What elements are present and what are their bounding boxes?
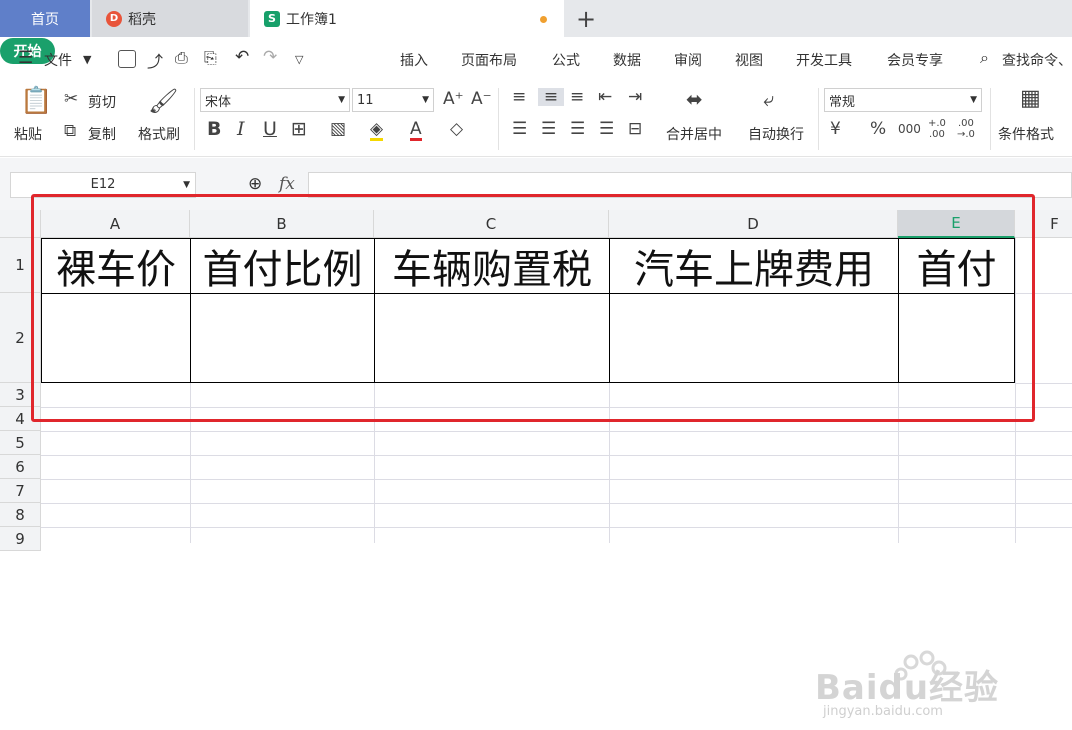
bold-icon[interactable]: B [207, 120, 221, 139]
watermark-url: jingyan.baidu.com [823, 704, 943, 719]
conditional-format-button[interactable]: 条件格式 [998, 124, 1054, 144]
share-icon[interactable]: ⤴ [147, 48, 163, 72]
italic-icon[interactable]: I [237, 120, 245, 139]
chevron-down-icon: ▼ [338, 95, 345, 105]
divider [194, 88, 195, 150]
menu-member[interactable]: 会员专享 [887, 50, 943, 70]
menu-bar: ☰ 文件 ▼ ⤴ ⎙ ⎘ ↶ ↷ ▽ 开始 插入 页面布局 公式 数据 审阅 视… [0, 38, 1072, 82]
merge-center-button[interactable]: 合并居中 [666, 124, 722, 144]
align-bottom-icon[interactable]: ≡ [570, 88, 584, 106]
thousands-icon[interactable]: 000 [898, 120, 921, 138]
cut-button[interactable]: 剪切 [88, 92, 116, 112]
copy-icon[interactable]: ⧉ [64, 122, 76, 140]
increase-decimal-icon[interactable]: +.0.00 [928, 118, 946, 140]
menu-developer[interactable]: 开发工具 [796, 50, 852, 70]
sheet-logo-icon: S [264, 10, 280, 27]
copy-button[interactable]: 复制 [88, 124, 116, 144]
increase-font-icon[interactable]: A⁺ [443, 90, 464, 108]
row-header-7[interactable]: 7 [0, 479, 41, 503]
tab-home[interactable]: 首页 [0, 0, 90, 37]
align-right-icon[interactable]: ☰ [570, 120, 585, 138]
search-icon[interactable]: ⌕ [980, 48, 989, 68]
conditional-format-icon[interactable]: ▦ [1020, 88, 1041, 110]
tab-workbook-label: 工作簿1 [286, 11, 337, 28]
divider [990, 88, 991, 150]
distributed-icon[interactable]: ⊟ [628, 120, 642, 138]
tab-bar: 首页 D 稻壳 S 工作簿1 + [0, 0, 1072, 37]
menu-formula[interactable]: 公式 [552, 50, 580, 70]
align-left-icon[interactable]: ☰ [512, 120, 527, 138]
divider [498, 88, 499, 150]
menu-review[interactable]: 审阅 [674, 50, 702, 70]
font-size-select[interactable]: 11 ▼ [352, 88, 434, 112]
undo-icon[interactable]: ↶ [235, 47, 249, 67]
tab-daoke[interactable]: D 稻壳 [92, 0, 248, 37]
align-middle-icon[interactable]: ≡ [538, 88, 564, 106]
tab-home-label: 首页 [31, 11, 59, 28]
paste-icon[interactable]: 📋 [20, 86, 52, 116]
currency-icon[interactable]: ¥ [830, 120, 841, 138]
paste-button[interactable]: 粘贴 [14, 124, 42, 144]
font-name-select[interactable]: 宋体 ▼ [200, 88, 350, 112]
decrease-font-icon[interactable]: A⁻ [471, 90, 492, 108]
cell-style-icon[interactable]: ▧ [330, 120, 346, 138]
more-dropdown-icon[interactable]: ▽ [295, 53, 303, 66]
print-icon[interactable]: ⎙ [175, 48, 188, 68]
watermark-brand: Baidu经验 [815, 668, 1000, 708]
eraser-icon[interactable]: ◇ [450, 120, 463, 138]
justify-icon[interactable]: ☰ [599, 120, 614, 138]
row-header-8[interactable]: 8 [0, 503, 41, 527]
redo-icon[interactable]: ↷ [263, 47, 277, 67]
save-icon[interactable] [118, 50, 136, 68]
font-color-icon[interactable]: A [410, 120, 422, 141]
scissors-icon[interactable]: ✂ [64, 90, 78, 108]
chevron-down-icon: ▼ [422, 95, 429, 105]
merge-center-icon[interactable]: ⬌ [686, 89, 703, 109]
hamburger-icon[interactable]: ☰ [18, 48, 33, 68]
menu-page-layout[interactable]: 页面布局 [461, 50, 517, 70]
row-header-5[interactable]: 5 [0, 431, 41, 455]
align-top-icon[interactable]: ≡ [512, 88, 526, 106]
zoom-icon[interactable]: ⊕ [248, 174, 262, 194]
new-tab-button[interactable]: + [572, 0, 600, 37]
name-box-value: E12 [90, 177, 116, 192]
highlight-box [31, 194, 1035, 422]
divider [818, 88, 819, 150]
percent-icon[interactable]: % [870, 120, 886, 138]
menu-insert[interactable]: 插入 [400, 50, 428, 70]
align-center-icon[interactable]: ☰ [541, 120, 556, 138]
format-painter-button[interactable]: 格式刷 [138, 124, 180, 144]
tab-workbook[interactable]: S 工作簿1 [250, 0, 564, 37]
menu-view[interactable]: 视图 [735, 50, 763, 70]
print-preview-icon[interactable]: ⎘ [204, 48, 217, 68]
outdent-icon[interactable]: ⇤ [598, 88, 612, 106]
font-size-value: 11 [357, 92, 374, 108]
fill-color-icon[interactable]: ◈ [370, 120, 384, 141]
decrease-decimal-icon[interactable]: .00 →.0 [957, 118, 975, 140]
wrap-text-icon[interactable]: ⤶ [763, 89, 774, 109]
baidu-watermark: Baidu经验 jingyan.baidu.com [815, 650, 1025, 730]
fx-icon[interactable]: fx [279, 174, 295, 194]
chevron-down-icon[interactable]: ▼ [83, 53, 91, 66]
format-painter-icon[interactable]: 🖌 [148, 88, 178, 114]
indent-icon[interactable]: ⇥ [628, 88, 642, 106]
wrap-text-button[interactable]: 自动换行 [748, 124, 804, 144]
font-name-value: 宋体 [205, 94, 232, 110]
row-header-6[interactable]: 6 [0, 455, 41, 479]
underline-icon[interactable]: U [263, 120, 277, 139]
ribbon: 📋 粘贴 ✂ 剪切 ⧉ 复制 🖌 格式刷 宋体 ▼ 11 ▼ A⁺ A⁻ B I… [0, 82, 1072, 157]
menu-file[interactable]: 文件 [44, 50, 72, 70]
unsaved-dot-icon [540, 16, 547, 23]
tab-daoke-label: 稻壳 [128, 11, 156, 28]
border-icon[interactable]: ⊞ [291, 120, 307, 139]
row-header-9[interactable]: 9 [0, 527, 41, 551]
command-search[interactable]: 查找命令、 [1002, 50, 1072, 70]
daoke-logo-icon: D [106, 10, 122, 27]
number-format-value: 常规 [829, 94, 856, 110]
number-format-select[interactable]: 常规 ▼ [824, 88, 982, 112]
menu-data[interactable]: 数据 [613, 50, 641, 70]
chevron-down-icon: ▼ [970, 95, 977, 105]
